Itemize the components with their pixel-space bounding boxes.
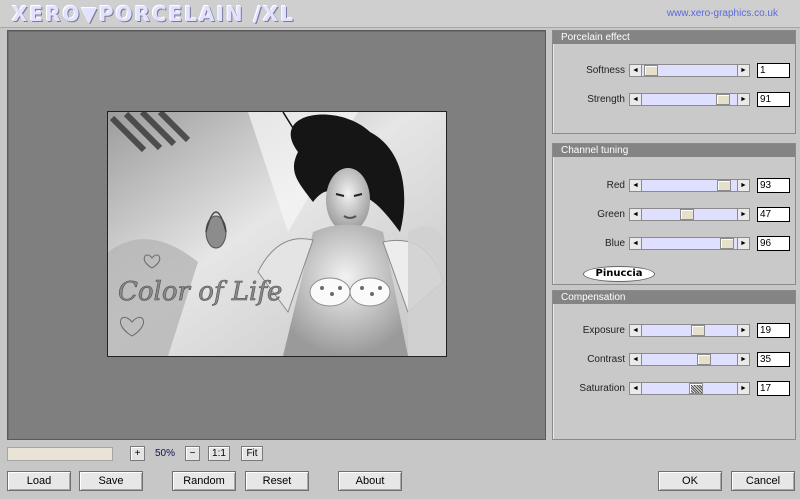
slider-right-arrow-icon[interactable]: ►: [737, 325, 749, 336]
contrast-value-input[interactable]: 35: [757, 352, 790, 367]
cancel-button[interactable]: Cancel: [731, 471, 795, 491]
zoom-in-button[interactable]: +: [130, 446, 145, 461]
red-slider-thumb[interactable]: [717, 180, 731, 191]
zoom-out-button[interactable]: −: [185, 446, 200, 461]
saturation-slider-thumb[interactable]: [689, 383, 703, 394]
channel-tuning-panel: Channel tuning Red ◄ ► 93 Green ◄ ► 47 B…: [552, 143, 796, 285]
slider-right-arrow-icon[interactable]: ►: [737, 209, 749, 220]
saturation-value-input[interactable]: 17: [757, 381, 790, 396]
reset-button[interactable]: Reset: [245, 471, 309, 491]
zoom-fit-button[interactable]: Fit: [241, 446, 263, 461]
zoom-one-to-one-button[interactable]: 1:1: [208, 446, 230, 461]
blue-value-input[interactable]: 96: [757, 236, 790, 251]
green-slider-thumb[interactable]: [680, 209, 694, 220]
strength-slider[interactable]: ◄ ►: [629, 93, 750, 106]
contrast-slider-thumb[interactable]: [697, 354, 711, 365]
red-label: Red: [606, 180, 625, 191]
pinuccia-signature: Pinuccia: [583, 266, 655, 282]
preview-image-art: Color of Life: [108, 112, 446, 356]
exposure-value-input[interactable]: 19: [757, 323, 790, 338]
green-value-input[interactable]: 47: [757, 207, 790, 222]
softness-row: Softness ◄ ► 1: [553, 63, 797, 81]
random-button[interactable]: Random: [172, 471, 236, 491]
slider-left-arrow-icon[interactable]: ◄: [630, 180, 642, 191]
red-value-input[interactable]: 93: [757, 178, 790, 193]
app-brand-logo: XERO▼PORCELAIN /XL: [12, 2, 296, 26]
about-button[interactable]: About: [338, 471, 402, 491]
slider-right-arrow-icon[interactable]: ►: [737, 94, 749, 105]
preview-area[interactable]: Color of Life: [7, 30, 546, 440]
porcelain-effect-title: Porcelain effect: [553, 31, 795, 44]
title-bar: XERO▼PORCELAIN /XL www.xero-graphics.co.…: [0, 0, 800, 28]
slider-left-arrow-icon[interactable]: ◄: [630, 209, 642, 220]
website-link[interactable]: www.xero-graphics.co.uk: [667, 8, 778, 19]
red-slider[interactable]: ◄ ►: [629, 179, 750, 192]
exposure-row: Exposure ◄ ► 19: [553, 323, 797, 341]
preview-image: Color of Life: [107, 111, 447, 357]
strength-value-input[interactable]: 91: [757, 92, 790, 107]
slider-right-arrow-icon[interactable]: ►: [737, 180, 749, 191]
slider-right-arrow-icon[interactable]: ►: [737, 383, 749, 394]
softness-value-input[interactable]: 1: [757, 63, 790, 78]
slider-right-arrow-icon[interactable]: ►: [737, 238, 749, 249]
exposure-slider[interactable]: ◄ ►: [629, 324, 750, 337]
exposure-label: Exposure: [582, 325, 625, 336]
blue-slider[interactable]: ◄ ►: [629, 237, 750, 250]
compensation-panel: Compensation Exposure ◄ ► 19 Contrast ◄ …: [552, 290, 796, 440]
save-button[interactable]: Save: [79, 471, 143, 491]
slider-left-arrow-icon[interactable]: ◄: [630, 94, 642, 105]
slider-left-arrow-icon[interactable]: ◄: [630, 238, 642, 249]
contrast-row: Contrast ◄ ► 35: [553, 352, 797, 370]
compensation-title: Compensation: [553, 291, 795, 304]
saturation-label: Saturation: [579, 383, 625, 394]
status-bar: [7, 447, 113, 461]
softness-slider-thumb[interactable]: [644, 65, 658, 76]
saturation-row: Saturation ◄ ► 17: [553, 381, 797, 399]
zoom-level: 50%: [154, 448, 175, 459]
ok-button[interactable]: OK: [658, 471, 722, 491]
slider-left-arrow-icon[interactable]: ◄: [630, 354, 642, 365]
slider-right-arrow-icon[interactable]: ►: [737, 65, 749, 76]
watermark-text: Color of Life: [118, 277, 282, 307]
exposure-slider-thumb[interactable]: [691, 325, 705, 336]
saturation-slider[interactable]: ◄ ►: [629, 382, 750, 395]
softness-label: Softness: [586, 65, 625, 76]
green-row: Green ◄ ► 47: [553, 207, 797, 225]
load-button[interactable]: Load: [7, 471, 71, 491]
blue-label: Blue: [604, 238, 625, 249]
softness-slider[interactable]: ◄ ►: [629, 64, 750, 77]
green-slider[interactable]: ◄ ►: [629, 208, 750, 221]
strength-label: Strength: [587, 94, 625, 105]
blue-row: Blue ◄ ► 96: [553, 236, 797, 254]
red-row: Red ◄ ► 93: [553, 178, 797, 196]
green-label: Green: [597, 209, 625, 220]
porcelain-effect-panel: Porcelain effect Softness ◄ ► 1 Strength…: [552, 30, 796, 134]
blue-slider-thumb[interactable]: [720, 238, 734, 249]
slider-left-arrow-icon[interactable]: ◄: [630, 325, 642, 336]
slider-left-arrow-icon[interactable]: ◄: [630, 65, 642, 76]
slider-right-arrow-icon[interactable]: ►: [737, 354, 749, 365]
contrast-slider[interactable]: ◄ ►: [629, 353, 750, 366]
strength-row: Strength ◄ ► 91: [553, 92, 797, 110]
slider-left-arrow-icon[interactable]: ◄: [630, 383, 642, 394]
channel-tuning-title: Channel tuning: [553, 144, 795, 157]
contrast-label: Contrast: [587, 354, 625, 365]
strength-slider-thumb[interactable]: [716, 94, 730, 105]
